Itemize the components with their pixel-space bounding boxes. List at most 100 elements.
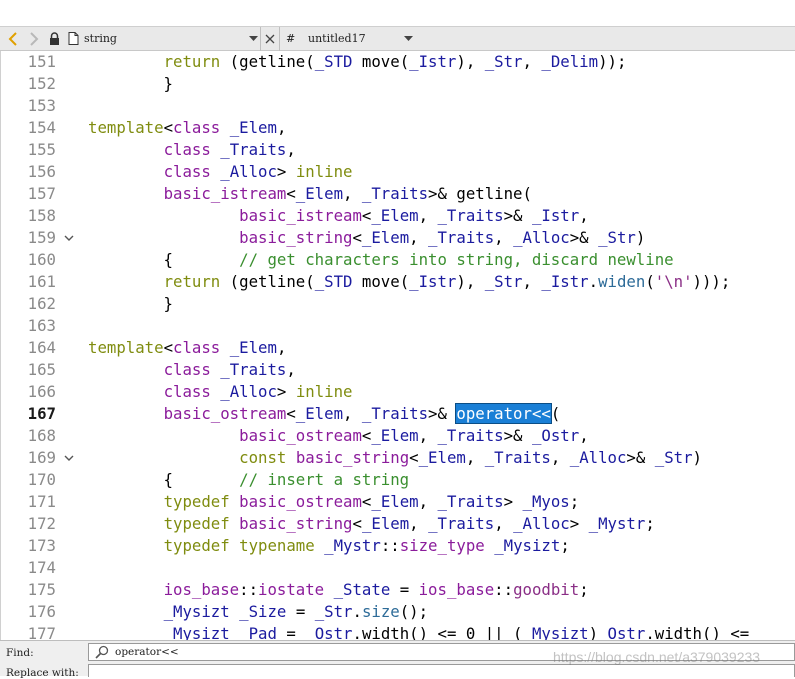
code-token: move(: [352, 272, 410, 291]
code-token: iostate: [258, 580, 325, 599]
code-token: ios_base: [418, 580, 495, 599]
line-number: 177: [27, 624, 56, 640]
code-line[interactable]: 165 class _Traits,: [0, 359, 795, 381]
chevron-down-icon[interactable]: [402, 28, 414, 50]
code-line[interactable]: 153: [0, 95, 795, 117]
code-token: inline: [295, 162, 353, 181]
code-line[interactable]: 158 basic_istream<_Elem, _Traits>& _Istr…: [0, 205, 795, 227]
code-line[interactable]: 163: [0, 315, 795, 337]
code-token: _Mysizt: [522, 624, 589, 640]
code-line[interactable]: 162 }: [0, 293, 795, 315]
code-token: typename: [239, 536, 315, 555]
code-token: ,: [579, 426, 589, 445]
code-token: basic_istream: [239, 206, 362, 225]
code-line[interactable]: 152 }: [0, 73, 795, 95]
symbol-prefix: #: [286, 32, 296, 45]
code-token: widen: [598, 272, 646, 291]
code-token: class: [173, 118, 221, 137]
code-token: <: [286, 184, 296, 203]
code-line[interactable]: 173 typedef typename _Mystr::size_type _…: [0, 535, 795, 557]
lock-icon[interactable]: [44, 28, 64, 50]
code-line[interactable]: 176 _Mysizt _Size = _Str.size();: [0, 601, 795, 623]
code-token: >&: [503, 206, 532, 225]
line-number: 157: [27, 184, 56, 203]
code-text: }: [88, 293, 173, 315]
code-line[interactable]: 155 class _Traits,: [0, 139, 795, 161]
code-token: (: [645, 272, 655, 291]
code-line[interactable]: 167 basic_ostream<_Elem, _Traits>& opera…: [0, 403, 795, 425]
line-number: 168: [27, 426, 56, 445]
chevron-right-icon[interactable]: [24, 28, 44, 50]
code-token: _Istr: [409, 52, 457, 71]
code-line[interactable]: 160 { // get characters into string, dis…: [0, 249, 795, 271]
code-line[interactable]: 154 template<class _Elem,: [0, 117, 795, 139]
code-token: _Alloc: [513, 514, 570, 533]
code-text: basic_string<_Elem, _Traits, _Alloc>& _S…: [88, 227, 645, 249]
code-line[interactable]: 151 return (getline(_STD move(_Istr), _S…: [0, 51, 795, 73]
code-line[interactable]: 174: [0, 557, 795, 579]
code-token: ,: [494, 514, 514, 533]
code-token: ,: [550, 448, 570, 467]
code-line[interactable]: 171 typedef basic_ostream<_Elem, _Traits…: [0, 491, 795, 513]
line-number: 161: [27, 272, 56, 291]
symbol-selector-label[interactable]: untitled17: [306, 32, 402, 45]
code-line[interactable]: 170 { // insert a string: [0, 469, 795, 491]
code-token: ;: [645, 514, 655, 533]
code-token: typedef: [163, 492, 230, 511]
code-token: ,: [286, 140, 296, 159]
code-line[interactable]: 157 basic_istream<_Elem, _Traits>& getli…: [0, 183, 795, 205]
code-line[interactable]: 168 basic_ostream<_Elem, _Traits>& _Ostr…: [0, 425, 795, 447]
code-line[interactable]: 161 return (getline(_STD move(_Istr), _S…: [0, 271, 795, 293]
code-token: ): [692, 448, 702, 467]
code-line[interactable]: 166 class _Alloc> inline: [0, 381, 795, 403]
line-number: 173: [27, 536, 56, 555]
code-token: _Alloc: [513, 228, 570, 247]
code-line[interactable]: 169 const basic_string<_Elem, _Traits, _…: [0, 447, 795, 469]
code-line[interactable]: 175 ios_base::iostate _State = ios_base:…: [0, 579, 795, 601]
code-token: _Ostr: [531, 426, 580, 445]
code-token: ::: [239, 580, 259, 599]
code-token: .width() <=: [645, 624, 759, 640]
code-token: _Traits: [484, 448, 551, 467]
line-number: 154: [27, 118, 56, 137]
chevron-left-icon[interactable]: [2, 28, 24, 50]
code-line[interactable]: 159 basic_string<_Elem, _Traits, _Alloc>…: [0, 227, 795, 249]
code-text: typedef basic_ostream<_Elem, _Traits> _M…: [88, 491, 580, 513]
code-token: ));: [598, 52, 627, 71]
code-token: inline: [295, 382, 353, 401]
code-token: _Traits: [437, 206, 504, 225]
code-token: class: [163, 360, 211, 379]
code-editor[interactable]: 151 return (getline(_STD move(_Istr), _S…: [0, 51, 795, 640]
line-number: 175: [27, 580, 56, 599]
code-token: <: [361, 492, 372, 511]
line-number: 152: [27, 74, 56, 93]
code-token: _Delim: [541, 52, 599, 71]
code-line[interactable]: 164 template<class _Elem,: [0, 337, 795, 359]
chevron-down-icon[interactable]: [246, 28, 260, 50]
code-line[interactable]: 177 _Mysizt _Pad = _Ostr.width() <= 0 ||…: [0, 623, 795, 640]
code-line[interactable]: 172 typedef basic_string<_Elem, _Traits,…: [0, 513, 795, 535]
code-token: basic_ostream: [239, 492, 362, 511]
close-icon[interactable]: [260, 26, 280, 51]
code-token: .: [588, 272, 599, 291]
line-number: 156: [27, 162, 56, 181]
code-token: size: [361, 602, 400, 621]
replace-input[interactable]: [88, 664, 795, 677]
code-token: ,: [494, 228, 514, 247]
code-token: ,: [286, 360, 296, 379]
code-line[interactable]: 156 class _Alloc> inline: [0, 161, 795, 183]
code-text: return (getline(_STD move(_Istr), _Str, …: [88, 51, 627, 73]
code-token: _Mysizt: [163, 624, 230, 640]
file-name-label[interactable]: string: [82, 32, 246, 45]
code-token: _Str: [484, 52, 523, 71]
code-token: _Mystr: [588, 514, 646, 533]
search-icon: [95, 645, 109, 662]
